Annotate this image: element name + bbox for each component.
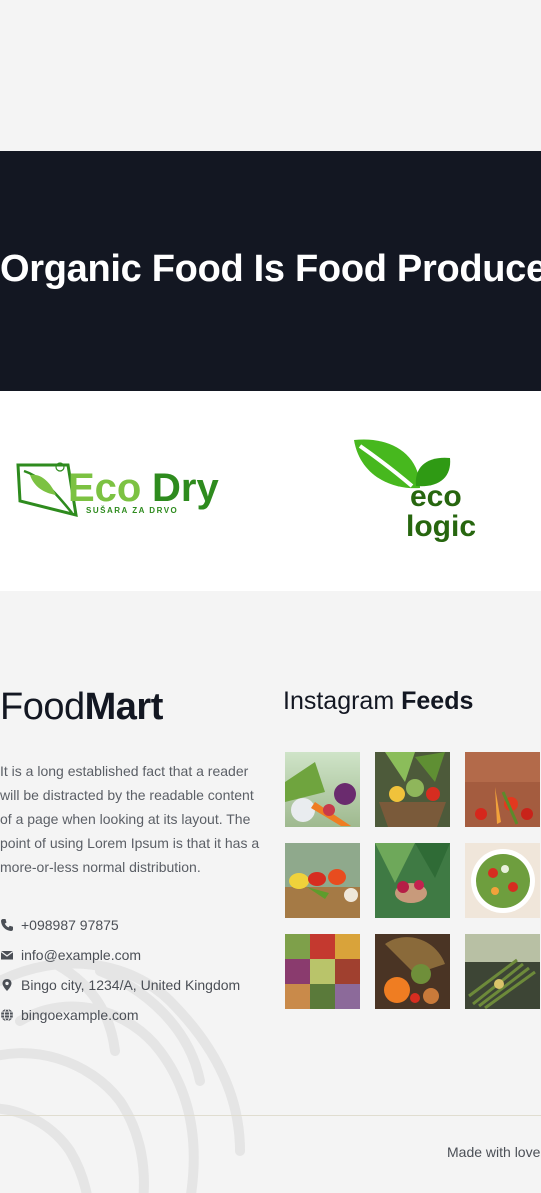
ecologic-logo[interactable]: eco logic — [350, 436, 476, 546]
contact-email[interactable]: info@example.com — [0, 940, 262, 970]
contact-website[interactable]: bingoexample.com — [0, 1000, 262, 1030]
contact-phone-text: +098987 97875 — [21, 917, 119, 933]
instagram-feed: Instagram Feeds — [283, 687, 541, 1009]
contact-email-text: info@example.com — [21, 947, 142, 963]
footer-credit: Made with love — [447, 1144, 541, 1160]
ecodry-word-dry: Dry — [152, 466, 219, 510]
salad-bowl-photo[interactable] — [465, 843, 540, 918]
pumpkin-harvest-photo[interactable] — [375, 934, 450, 1009]
globe-icon — [1, 1008, 13, 1022]
foodmart-logo[interactable]: FoodMart — [0, 686, 262, 729]
market-produce-photo[interactable] — [285, 934, 360, 1009]
hero-banner: Organic Food Is Food Produce — [0, 151, 541, 391]
instagram-heading: Instagram Feeds — [283, 687, 541, 716]
contact-phone[interactable]: +098987 97875 — [0, 910, 262, 940]
banner-heading: Organic Food Is Food Produce — [0, 247, 541, 290]
map-pin-icon — [2, 979, 12, 991]
radish-in-hand-photo[interactable] — [375, 843, 450, 918]
ecodry-tagline: SUŠARA ZA DRVO — [86, 506, 178, 515]
phone-icon — [1, 919, 13, 931]
instagram-grid — [285, 752, 540, 1009]
ecodry-word-eco: Eco — [68, 466, 141, 510]
contact-list: +098987 97875 info@example.com Bingo cit… — [0, 910, 262, 1030]
about-column: FoodMart It is a long established fact t… — [0, 686, 262, 1030]
contact-address[interactable]: Bingo city, 1234/A, United Kingdom — [0, 970, 262, 1000]
vegetable-wicker-basket-photo[interactable] — [375, 752, 450, 827]
peppers-and-garlic-photo[interactable] — [285, 843, 360, 918]
about-description: It is a long established fact that a rea… — [0, 763, 260, 875]
asparagus-photo[interactable] — [465, 934, 540, 1009]
ecodry-logo[interactable]: Eco Dry SUŠARA ZA DRVO — [16, 461, 244, 521]
brand-logos: Eco Dry SUŠARA ZA DRVO eco logic — [0, 391, 541, 591]
tomatoes-on-soil-photo[interactable] — [465, 752, 540, 827]
logo-text-bold: Mart — [84, 686, 164, 728]
envelope-icon — [0, 951, 14, 960]
vegetable-basket-photo[interactable] — [285, 752, 360, 827]
instagram-heading-light: Instagram — [283, 687, 395, 715]
site-footer: FoodMart It is a long established fact t… — [0, 591, 541, 1193]
footer-divider — [0, 1115, 541, 1116]
ecologic-word-eco: eco — [410, 480, 462, 513]
logo-text-light: Food — [0, 686, 85, 728]
contact-address-text: Bingo city, 1234/A, United Kingdom — [21, 977, 241, 993]
ecodry-leaf — [30, 474, 56, 495]
instagram-heading-bold: Feeds — [401, 687, 474, 715]
contact-website-text: bingoexample.com — [21, 1007, 139, 1023]
top-spacer — [0, 0, 541, 151]
ecologic-word-logic: logic — [406, 510, 476, 543]
